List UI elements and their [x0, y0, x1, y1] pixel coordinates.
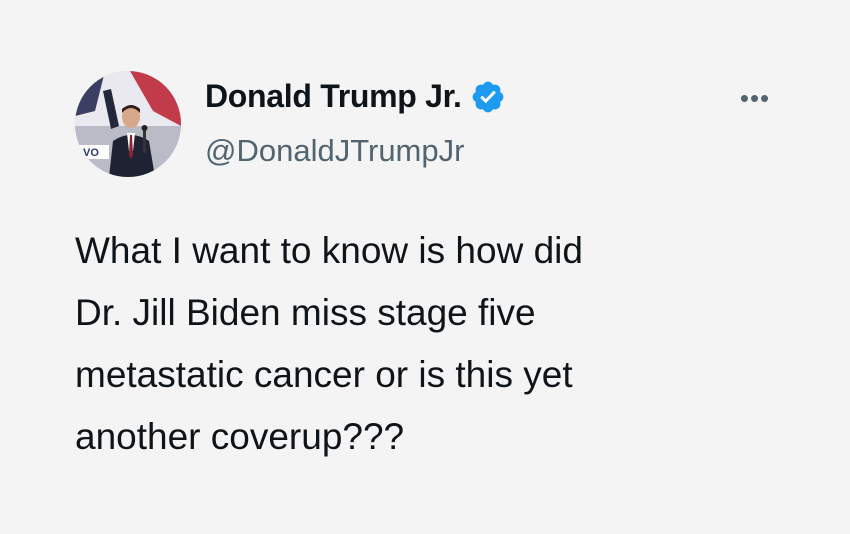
author-name-row: Donald Trump Jr.	[205, 78, 506, 115]
verified-badge-icon	[470, 79, 506, 115]
more-options-icon[interactable]: •••	[733, 83, 777, 113]
svg-text:VO: VO	[83, 147, 99, 159]
tweet-card: VO Donald Trump Jr. @DonaldJTrumpJr •••	[0, 0, 850, 534]
profile-photo-icon: VO	[75, 71, 181, 177]
author-handle[interactable]: @DonaldJTrumpJr	[205, 133, 464, 169]
author-display-name[interactable]: Donald Trump Jr.	[205, 78, 462, 115]
tweet-text: What I want to know is how did Dr. Jill …	[75, 230, 583, 457]
author-avatar[interactable]: VO	[75, 71, 181, 177]
